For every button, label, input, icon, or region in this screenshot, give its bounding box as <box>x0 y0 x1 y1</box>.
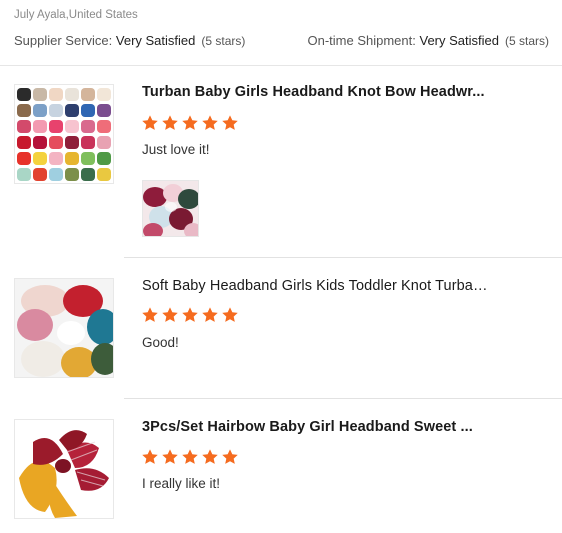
supplier-service-rating: Supplier Service: Very Satisfied (5 stars… <box>14 33 245 48</box>
product-rating-stars <box>141 448 239 468</box>
shipment-rating: On-time Shipment: Very Satisfied (5 stars… <box>307 33 549 48</box>
star-icon <box>202 115 218 130</box>
shipment-value: Very Satisfied <box>419 33 499 48</box>
product-divider <box>124 257 562 258</box>
shipment-label: On-time Shipment: <box>307 33 420 48</box>
star-icon <box>182 449 198 464</box>
product-rating-stars <box>141 306 239 326</box>
star-icon <box>222 449 238 464</box>
review-comment: Just love it! <box>142 142 210 157</box>
supplier-service-value: Very Satisfied <box>115 33 196 48</box>
product-divider <box>124 398 562 399</box>
star-icon <box>202 307 218 322</box>
supplier-service-note: (5 stars) <box>201 34 246 48</box>
review-comment: Good! <box>142 335 179 350</box>
headband-bows-image[interactable] <box>14 278 114 378</box>
star-icon <box>182 115 198 130</box>
star-icon <box>222 115 238 130</box>
review-comment: I really like it! <box>142 476 221 491</box>
star-icon <box>162 307 178 322</box>
product-title[interactable]: Turban Baby Girls Headband Knot Bow Head… <box>142 84 492 100</box>
shipment-note: (5 stars) <box>504 34 549 48</box>
star-icon <box>162 115 178 130</box>
star-icon <box>182 307 198 322</box>
star-icon <box>202 449 218 464</box>
headband-color-grid-image[interactable] <box>14 84 114 184</box>
reviewer-name: July Ayala,United States <box>14 9 138 21</box>
star-icon <box>142 307 158 322</box>
star-icon <box>222 307 238 322</box>
star-icon <box>142 449 158 464</box>
supplier-service-label: Supplier Service: <box>14 33 116 48</box>
review-header: July Ayala,United States Supplier Servic… <box>0 0 562 66</box>
hairbow-set-image[interactable] <box>14 419 114 519</box>
star-icon <box>162 449 178 464</box>
star-icon <box>142 115 158 130</box>
product-title[interactable]: Soft Baby Headband Girls Kids Toddler Kn… <box>142 278 492 294</box>
review-photo[interactable] <box>142 180 199 237</box>
product-title[interactable]: 3Pcs/Set Hairbow Baby Girl Headband Swee… <box>142 419 492 435</box>
product-rating-stars <box>141 114 239 134</box>
